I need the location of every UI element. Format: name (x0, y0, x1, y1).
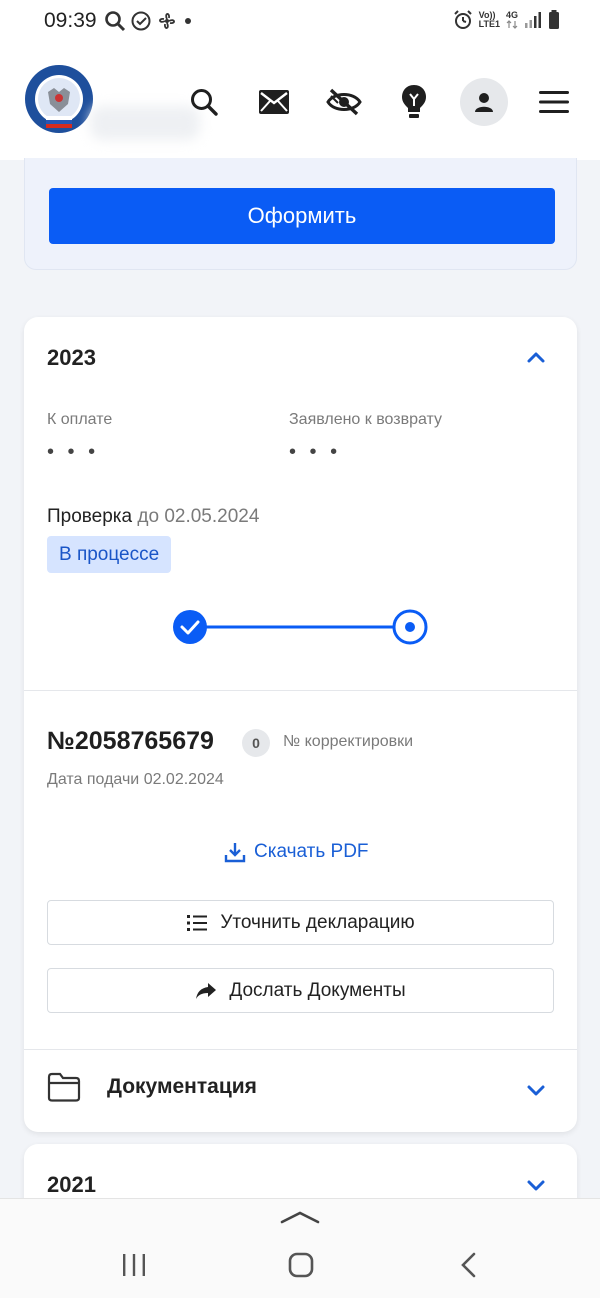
app-header (0, 44, 600, 160)
volte-indicator: Vo)) LTE1 (479, 11, 500, 29)
download-pdf-link[interactable]: Скачать PDF (224, 841, 369, 863)
alarm-icon (453, 10, 472, 29)
to-pay-value: • • • (47, 441, 100, 463)
check-deadline: до 02.05.2024 (137, 506, 260, 527)
menu-button[interactable] (532, 80, 576, 124)
home-button[interactable] (281, 1249, 321, 1281)
chevron-up-handle-icon[interactable] (280, 1209, 320, 1225)
refund-label: Заявлено к возврату (289, 411, 443, 428)
user-icon (475, 93, 493, 112)
refund-value: • • • (289, 441, 342, 463)
eye-off-icon (326, 88, 362, 116)
status-bar: 09:39 Vo)) LTE1 4G (0, 0, 600, 44)
apply-button[interactable]: Оформить (49, 188, 555, 244)
check-label: Проверка (47, 506, 133, 527)
dot-status-icon (185, 18, 191, 24)
progress-step-current-dot (405, 622, 415, 632)
home-icon (288, 1252, 314, 1278)
divider (24, 1049, 577, 1050)
declaration-year: 2021 (47, 1172, 96, 1197)
documentation-section[interactable]: Документация (47, 1072, 257, 1102)
declaration-number: №2058765679 (47, 727, 214, 755)
search-icon (191, 89, 218, 116)
list-icon (187, 914, 208, 931)
status-icons-right: Vo)) LTE1 4G (453, 10, 560, 30)
download-icon (224, 843, 246, 863)
check-circle-status-icon (131, 11, 151, 31)
fan-status-icon (159, 13, 175, 29)
status-icons-left (104, 10, 194, 32)
share-arrow-icon (196, 982, 217, 999)
data-arrows-icon (506, 20, 518, 29)
menu-icon (539, 91, 569, 113)
declaration-card-2023: 2023 К оплате • • • Заявлено к возврату … (24, 317, 577, 1132)
to-pay-label: К оплате (47, 411, 113, 428)
recent-apps-button[interactable] (114, 1249, 154, 1281)
system-nav-bar (0, 1198, 600, 1298)
download-pdf-label: Скачать PDF (254, 841, 369, 862)
send-documents-label: Дослать Документы (229, 979, 406, 1001)
submit-date: Дата подачи 02.02.2024 (47, 771, 224, 788)
correction-label: № корректировки (283, 733, 414, 750)
chevron-down-icon[interactable] (524, 1173, 548, 1197)
profile-button[interactable] (460, 78, 508, 126)
network-text: 4G (505, 10, 518, 20)
mail-icon (259, 90, 289, 114)
back-button[interactable] (448, 1249, 488, 1281)
check-title: Проверка до 02.05.2024 (47, 506, 259, 528)
tips-button[interactable] (392, 80, 436, 124)
signal-icon (525, 12, 541, 28)
refine-declaration-label: Уточнить декларацию (220, 911, 415, 933)
fns-logo[interactable] (24, 64, 94, 134)
divider (24, 690, 577, 691)
status-time: 09:39 (44, 9, 97, 32)
network-indicator: 4G (506, 11, 518, 29)
folder-icon (47, 1072, 81, 1102)
progress-stepper (173, 609, 428, 645)
recent-apps-icon (123, 1254, 145, 1276)
status-badge: В процессе (47, 536, 172, 573)
refine-declaration-button[interactable]: Уточнить декларацию (47, 900, 554, 945)
documentation-label: Документация (107, 1075, 257, 1098)
battery-icon (549, 10, 559, 29)
search-button[interactable] (182, 80, 226, 124)
back-icon (461, 1252, 476, 1278)
send-documents-button[interactable]: Дослать Документы (47, 968, 554, 1013)
lightbulb-icon (402, 85, 426, 118)
declaration-card-2021[interactable]: 2021 (24, 1144, 577, 1204)
progress-step-done (173, 610, 207, 644)
hide-amounts-button[interactable] (322, 80, 366, 124)
chevron-down-icon[interactable] (524, 1078, 548, 1102)
top-card: Оформить (24, 158, 577, 270)
lte-text: LTE1 (478, 19, 500, 29)
search-status-icon (105, 11, 126, 32)
chevron-up-icon[interactable] (524, 345, 548, 369)
mail-button[interactable] (252, 80, 296, 124)
declaration-year: 2023 (47, 345, 96, 370)
correction-count-badge: 0 (242, 729, 270, 757)
